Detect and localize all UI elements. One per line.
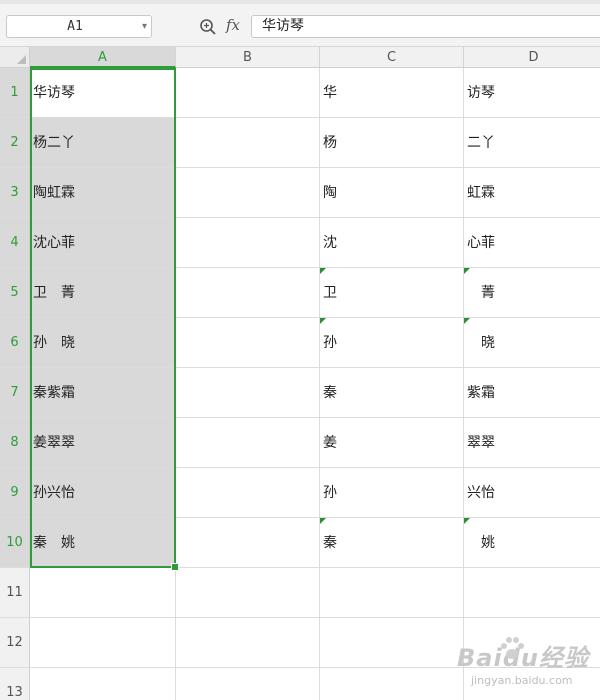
cell-b13[interactable] <box>176 668 320 700</box>
row-header-9[interactable]: 9 <box>0 468 30 518</box>
row-header-3[interactable]: 3 <box>0 168 30 218</box>
cell-b3[interactable] <box>176 168 320 218</box>
cell-a12[interactable] <box>30 618 176 668</box>
cell-b12[interactable] <box>176 618 320 668</box>
fx-button[interactable]: fx <box>226 16 240 34</box>
cell-a11[interactable] <box>30 568 176 618</box>
cell-c10[interactable]: 秦 <box>320 518 464 568</box>
error-indicator-icon[interactable] <box>464 268 470 274</box>
cell-a10[interactable]: 秦 姚 <box>30 518 176 568</box>
watermark-url: jingyan.baidu.com <box>471 674 573 687</box>
error-indicator-icon[interactable] <box>464 318 470 324</box>
cell-a4[interactable]: 沈心菲 <box>30 218 176 268</box>
cell-a6[interactable]: 孙 晓 <box>30 318 176 368</box>
row-header-10[interactable]: 10 <box>0 518 30 568</box>
row-header-1[interactable]: 1 <box>0 68 30 118</box>
name-box-value[interactable]: A1 <box>7 16 143 37</box>
cell-d3[interactable]: 虹霖 <box>464 168 600 218</box>
row-header-6[interactable]: 6 <box>0 318 30 368</box>
cell-a5[interactable]: 卫 菁 <box>30 268 176 318</box>
cell-d7[interactable]: 紫霜 <box>464 368 600 418</box>
cell-b2[interactable] <box>176 118 320 168</box>
row-header-7[interactable]: 7 <box>0 368 30 418</box>
cell-a7[interactable]: 秦紫霜 <box>30 368 176 418</box>
cell-b10[interactable] <box>176 518 320 568</box>
error-indicator-icon[interactable] <box>464 518 470 524</box>
row-header-13[interactable]: 13 <box>0 668 30 700</box>
watermark: Baidu经验 jingyan.baidu.com <box>455 630 600 700</box>
cell-a9[interactable]: 孙兴怡 <box>30 468 176 518</box>
cell-c1[interactable]: 华 <box>320 68 464 118</box>
cell-c6[interactable]: 孙 <box>320 318 464 368</box>
column-header-d[interactable]: D <box>464 47 600 68</box>
cell-b5[interactable] <box>176 268 320 318</box>
error-indicator-icon[interactable] <box>320 518 326 524</box>
cell-a2[interactable]: 杨二丫 <box>30 118 176 168</box>
formula-value[interactable]: 华访琴 <box>262 16 304 37</box>
row-header-8[interactable]: 8 <box>0 418 30 468</box>
cell-c13[interactable] <box>320 668 464 700</box>
cell-b11[interactable] <box>176 568 320 618</box>
select-all-corner[interactable] <box>0 47 30 68</box>
cell-c4[interactable]: 沈 <box>320 218 464 268</box>
cell-d11[interactable] <box>464 568 600 618</box>
cell-a1[interactable]: 华访琴 <box>30 68 176 118</box>
row-header-2[interactable]: 2 <box>0 118 30 168</box>
row-header-5[interactable]: 5 <box>0 268 30 318</box>
cell-c2[interactable]: 杨 <box>320 118 464 168</box>
spreadsheet-grid[interactable]: A B C D 1 华访琴华访琴 2 杨二丫杨二丫 3 陶虹霖陶虹霖 4 沈心菲沈心菲 5 卫 菁卫 菁6… <box>0 47 600 700</box>
cell-c11[interactable] <box>320 568 464 618</box>
row-header-11[interactable]: 11 <box>0 568 30 618</box>
cell-b8[interactable] <box>176 418 320 468</box>
cell-c5[interactable]: 卫 <box>320 268 464 318</box>
cell-c9[interactable]: 孙 <box>320 468 464 518</box>
cell-b1[interactable] <box>176 68 320 118</box>
cell-c3[interactable]: 陶 <box>320 168 464 218</box>
cell-c7[interactable]: 秦 <box>320 368 464 418</box>
cell-b4[interactable] <box>176 218 320 268</box>
cell-d6[interactable]: 晓 <box>464 318 600 368</box>
cell-d8[interactable]: 翠翠 <box>464 418 600 468</box>
cell-d10[interactable]: 姚 <box>464 518 600 568</box>
row-header-4[interactable]: 4 <box>0 218 30 268</box>
cell-d9[interactable]: 兴怡 <box>464 468 600 518</box>
cell-d1[interactable]: 访琴 <box>464 68 600 118</box>
error-indicator-icon[interactable] <box>320 268 326 274</box>
name-box[interactable]: A1 ▾ <box>6 15 152 38</box>
cell-a13[interactable] <box>30 668 176 700</box>
cell-b6[interactable] <box>176 318 320 368</box>
cell-c8[interactable]: 姜 <box>320 418 464 468</box>
column-header-c[interactable]: C <box>320 47 464 68</box>
cell-a3[interactable]: 陶虹霖 <box>30 168 176 218</box>
cell-d2[interactable]: 二丫 <box>464 118 600 168</box>
cell-b9[interactable] <box>176 468 320 518</box>
cell-c12[interactable] <box>320 618 464 668</box>
toolbar: A1 ▾ fx 华访琴 <box>0 0 600 47</box>
row-header-12[interactable]: 12 <box>0 618 30 668</box>
cell-d5[interactable]: 菁 <box>464 268 600 318</box>
cell-b7[interactable] <box>176 368 320 418</box>
formula-bar[interactable]: 华访琴 <box>251 15 600 38</box>
zoom-formula-icon[interactable] <box>199 18 217 36</box>
column-header-b[interactable]: B <box>176 47 320 68</box>
error-indicator-icon[interactable] <box>320 318 326 324</box>
column-header-a[interactable]: A <box>30 47 176 68</box>
toolbar-top-strip <box>0 0 600 4</box>
cell-d4[interactable]: 心菲 <box>464 218 600 268</box>
paw-logo-icon <box>501 637 524 659</box>
dropdown-caret-icon[interactable]: ▾ <box>142 18 147 35</box>
cell-a8[interactable]: 姜翠翠 <box>30 418 176 468</box>
